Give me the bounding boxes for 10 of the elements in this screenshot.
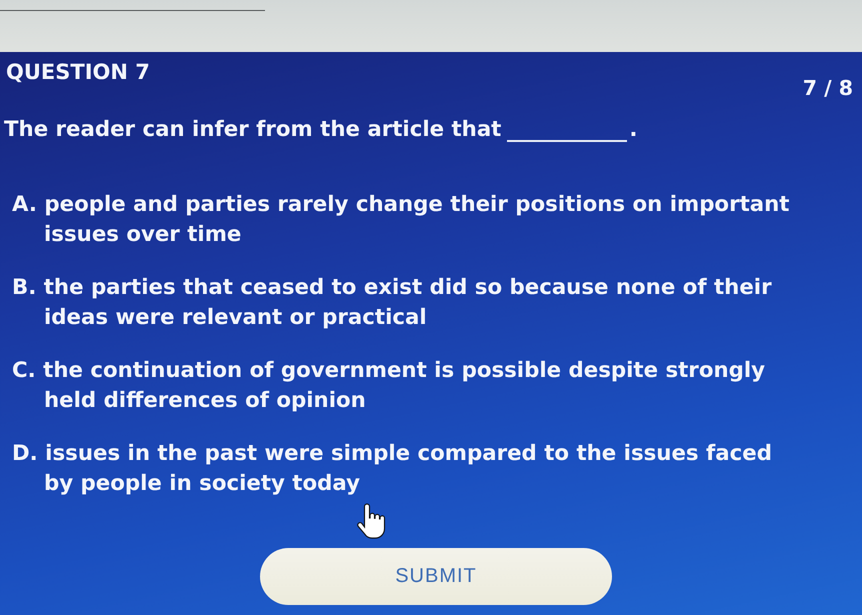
answer-option[interactable]: A. people and parties rarely change their positions on important issues over time	[12, 190, 797, 250]
answer-option[interactable]: D. issues in the past were simple compared to the issues faced by people in society today	[12, 439, 797, 499]
submit-button[interactable]: SUBMIT	[260, 548, 612, 605]
answer-option[interactable]: B. the parties that ceased to exist did so because none of their ideas were relevant or practical	[12, 273, 797, 333]
question-number: QUESTION 7	[6, 60, 150, 84]
answer-option[interactable]: C. the continuation of government is possible despite strongly held differences of opinion	[12, 356, 797, 416]
pointer-hand-icon	[357, 503, 387, 539]
question-counter: 7 / 8	[802, 76, 853, 100]
question-text: The reader can infer from the article that	[4, 116, 502, 144]
question-period: .	[629, 116, 638, 144]
